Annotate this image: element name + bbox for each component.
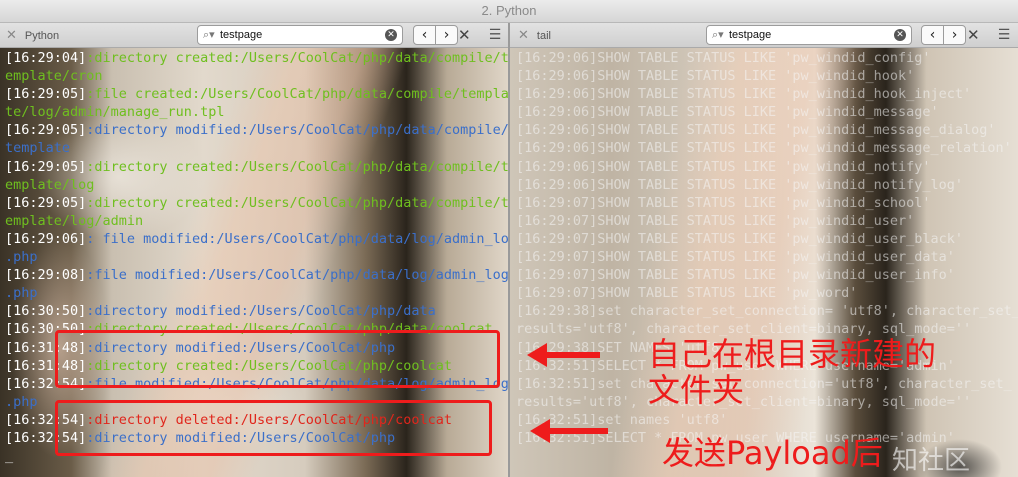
close-icon[interactable]: ✕ [967, 26, 980, 44]
log-message: .php [5, 393, 38, 410]
annotation-note-payload: 发送Payload后 [662, 434, 883, 472]
timestamp: [16:29:05] [5, 86, 87, 103]
terminal-line: [16:30:50]:directory modified:/Users/Coo… [5, 302, 505, 320]
terminal-line: [16:29:07]SHOW TABLE STATUS LIKE 'pw_win… [516, 267, 955, 284]
timestamp: [16:29:06] [5, 230, 87, 247]
terminal-line: [16:32:51]set names 'utf8' [516, 411, 728, 428]
log-message: : file modified:/Users/CoolCat/php/data/… [86, 230, 508, 247]
terminal-line: [16:29:07]SHOW TABLE STATUS LIKE 'pw_wor… [516, 285, 858, 302]
terminal-line: [16:29:08]:file modified:/Users/CoolCat/… [5, 266, 508, 284]
log-message: .php [5, 249, 38, 266]
clear-icon[interactable]: ✕ [385, 29, 397, 41]
terminal-line: [16:29:06]SHOW TABLE STATUS LIKE 'pw_win… [516, 50, 931, 66]
terminal-line: [16:29:06]SHOW TABLE STATUS LIKE 'pw_win… [516, 122, 996, 139]
log-message: :file created:/Users/CoolCat/php/data/co… [86, 86, 508, 103]
terminal-line: [16:29:06]SHOW TABLE STATUS LIKE 'pw_win… [516, 140, 1012, 157]
annotation-line: 文件夹 [648, 371, 745, 409]
terminal-line: emplate/cron [5, 67, 505, 85]
tab-python[interactable]: ✕ Python [6, 27, 59, 44]
terminal-line: [16:29:06]SHOW TABLE STATUS LIKE 'pw_win… [516, 158, 931, 175]
right-tab-bar: ✕ tail ⌕▾ ✕ ‹ › ✕ ☰ [510, 23, 1018, 48]
terminal-line: .php [5, 284, 505, 302]
arrow-left-icon [530, 419, 608, 443]
tab-label: Python [24, 30, 60, 42]
right-search-nav: ‹ › [921, 25, 966, 45]
terminal-line: te/log/admin/manage_run.tpl [5, 103, 505, 121]
close-icon[interactable]: ✕ [6, 27, 17, 42]
arrow-left-icon [527, 343, 600, 367]
timestamp: [16:29:08] [5, 267, 87, 284]
terminal-line: emplate/log/admin [5, 212, 505, 230]
chevron-left-icon[interactable]: ‹ [414, 26, 435, 44]
terminal-line: emplate/log [5, 176, 505, 194]
timestamp: [16:29:05] [5, 158, 87, 175]
terminal-line: [16:29:06]SHOW TABLE STATUS LIKE 'pw_win… [516, 86, 972, 103]
menu-icon[interactable]: ☰ [485, 25, 505, 45]
terminal-line: [16:29:07]SHOW TABLE STATUS LIKE 'pw_win… [516, 212, 915, 229]
terminal-line: [16:29:05]:file created:/Users/CoolCat/p… [5, 85, 508, 103]
search-icon: ⌕▾ [712, 28, 724, 41]
terminal-line: template [5, 139, 505, 157]
terminal-line: [16:29:04]:directory created:/Users/Cool… [5, 49, 508, 67]
search-icon: ⌕▾ [203, 28, 215, 41]
log-message: :directory modified:/Users/CoolCat/php/d… [86, 122, 508, 139]
terminal-line: [16:29:05]:directory created:/Users/Cool… [5, 194, 508, 212]
log-message: :directory created:/Users/CoolCat/php/da… [86, 50, 508, 66]
log-message: .php [5, 285, 38, 302]
timestamp: [16:29:05] [5, 122, 87, 139]
chevron-right-icon[interactable]: › [943, 26, 965, 44]
annotation-line: 自己在根目录新建的 [648, 335, 937, 373]
terminal-line: [16:29:07]SHOW TABLE STATUS LIKE 'pw_win… [516, 249, 955, 266]
terminal-line: [16:29:06]SHOW TABLE STATUS LIKE 'pw_win… [516, 68, 915, 85]
right-search-input[interactable] [729, 28, 889, 42]
chevron-left-icon[interactable]: ‹ [922, 26, 943, 44]
left-search-input[interactable] [220, 28, 380, 42]
watermark: 知社区 [892, 446, 971, 476]
terminal-line: .php [5, 248, 505, 266]
clear-icon[interactable]: ✕ [894, 29, 906, 41]
left-tab-bar: ✕ Python ⌕▾ ✕ ‹ › ✕ ☰ [0, 23, 508, 48]
log-message: :directory created:/Users/CoolCat/php/da… [86, 158, 508, 175]
timestamp: [16:29:05] [5, 194, 87, 211]
log-message: :directory modified:/Users/CoolCat/php/d… [86, 303, 436, 320]
tab-tail[interactable]: ✕ tail [518, 27, 551, 44]
log-message: :directory created:/Users/CoolCat/php/da… [86, 194, 508, 211]
terminal-line: [16:29:06]SHOW TABLE STATUS LIKE 'pw_win… [516, 104, 939, 121]
tab-label: tail [536, 30, 551, 42]
terminal-line: [16:29:38]set character_set_connection= … [516, 303, 1018, 320]
log-message: emplate/log [5, 176, 95, 193]
left-search-box[interactable]: ⌕▾ ✕ [197, 25, 403, 45]
log-message: _ [5, 448, 14, 465]
terminal-line: [16:29:06]SHOW TABLE STATUS LIKE 'pw_win… [516, 176, 964, 193]
close-icon[interactable]: ✕ [458, 26, 471, 44]
chevron-right-icon[interactable]: › [435, 26, 457, 44]
terminal-line: [16:29:06]: file modified:/Users/CoolCat… [5, 230, 508, 248]
menu-icon[interactable]: ☰ [994, 25, 1014, 45]
log-message: te/log/admin/manage_run.tpl [5, 104, 225, 121]
log-message: emplate/cron [5, 68, 103, 85]
close-icon[interactable]: ✕ [518, 27, 529, 42]
terminal-line: [16:29:05]:directory modified:/Users/Coo… [5, 121, 508, 139]
log-message: emplate/log/admin [5, 212, 144, 229]
highlight-box-deleted [55, 400, 492, 456]
terminal-line: [16:29:05]:directory created:/Users/Cool… [5, 158, 508, 176]
right-search-box[interactable]: ⌕▾ ✕ [706, 25, 912, 45]
log-message: :file modified:/Users/CoolCat/php/data/l… [86, 267, 508, 284]
timestamp: [16:30:50] [5, 303, 87, 320]
log-message: template [5, 140, 71, 157]
timestamp: [16:29:04] [5, 50, 87, 66]
left-search-nav: ‹ › [413, 25, 458, 45]
terminal-line: [16:29:07]SHOW TABLE STATUS LIKE 'pw_win… [516, 230, 964, 247]
annotation-note-created: 自己在根目录新建的 文件夹 [648, 336, 936, 408]
highlight-box-created [55, 330, 500, 388]
terminal-line: [16:29:07]SHOW TABLE STATUS LIKE 'pw_win… [516, 194, 931, 211]
window-title: 2. Python [0, 0, 1018, 23]
right-terminal-pane[interactable]: ✕ tail ⌕▾ ✕ ‹ › ✕ ☰ [16:29:06]SHOW TABLE … [510, 23, 1018, 477]
